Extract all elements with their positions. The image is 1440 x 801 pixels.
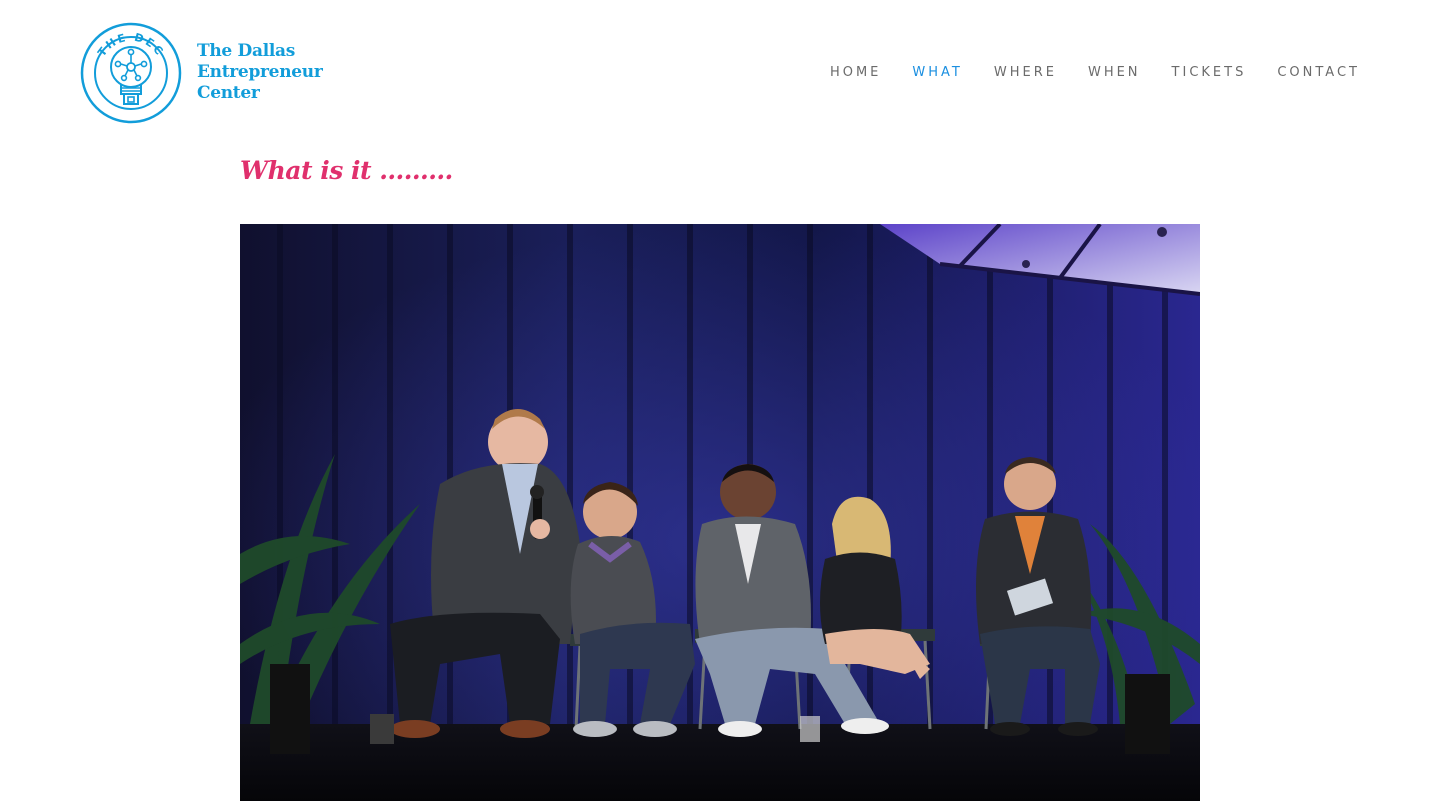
photo-icon (240, 224, 1200, 801)
main-nav: HOME WHAT WHERE WHEN TICKETS CONTACT (799, 64, 1360, 82)
brand-name-line-3: Center (197, 83, 260, 103)
site-header: THE DEC The Dallas Entrepreneur Center H… (0, 0, 1440, 140)
brand-name-line-1: The Dallas (197, 41, 296, 61)
lightbulb-logo-icon: THE DEC (80, 22, 182, 124)
nav-item-tickets[interactable]: TICKETS (1172, 64, 1247, 82)
panel-discussion-photo (240, 224, 1200, 801)
brand-logo-link[interactable]: THE DEC The Dallas Entrepreneur Center (80, 22, 340, 124)
nav-item-contact[interactable]: CONTACT (1277, 64, 1360, 82)
nav-item-what[interactable]: WHAT (912, 64, 962, 82)
brand-name-line-2: Entrepreneur (197, 62, 323, 82)
nav-item-when[interactable]: WHEN (1088, 64, 1141, 82)
brand-name: The Dallas Entrepreneur Center (197, 41, 323, 104)
nav-item-where[interactable]: WHERE (994, 64, 1057, 82)
nav-item-home[interactable]: HOME (830, 64, 881, 82)
section-heading: What is it ……… (240, 156, 453, 185)
